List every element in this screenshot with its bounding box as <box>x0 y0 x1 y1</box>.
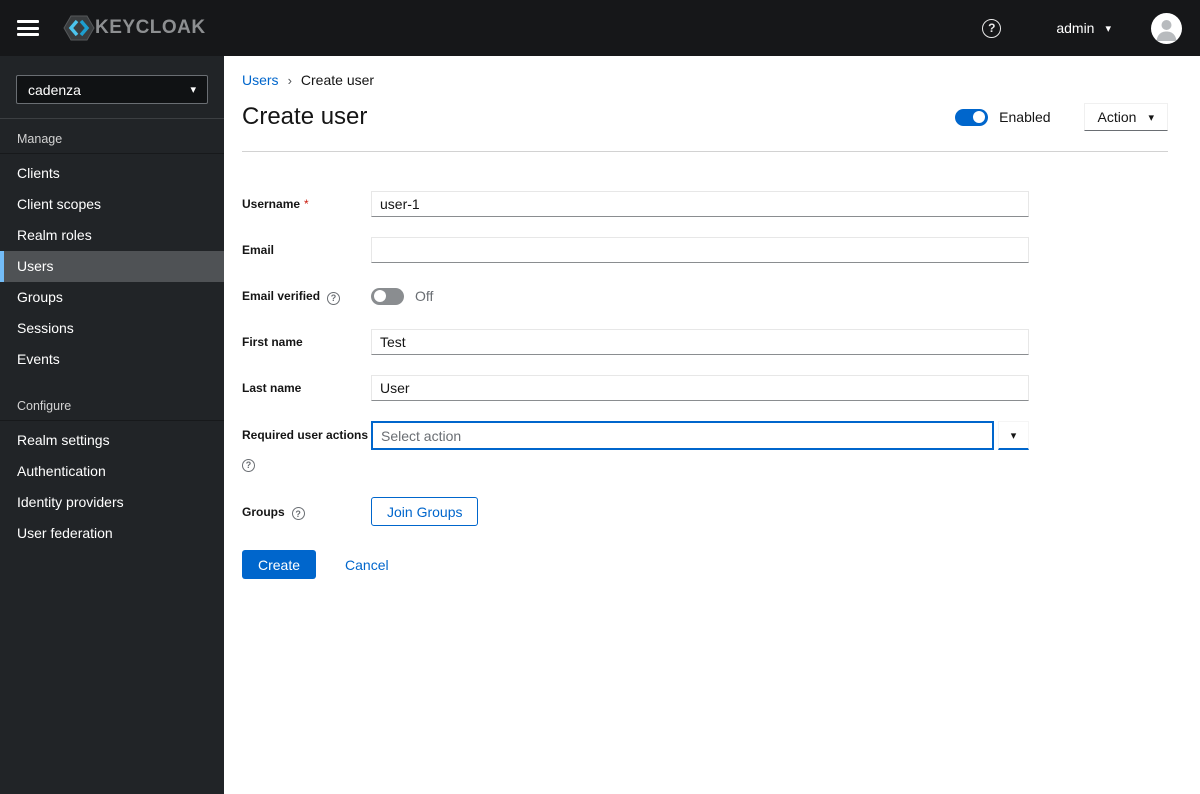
header-row: Create user Enabled Action ▾ <box>242 103 1168 131</box>
sidebar-item-realm-settings[interactable]: Realm settings <box>0 425 224 456</box>
required-user-actions-label: Required user actions <box>242 428 369 442</box>
email-input[interactable] <box>371 237 1029 263</box>
keycloak-logo: KEYCLOAK <box>61 12 206 44</box>
email-verified-toggle[interactable] <box>371 287 404 305</box>
nav-section-title-manage: Manage <box>0 119 224 154</box>
last-name-label: Last name <box>242 381 302 395</box>
first-name-input[interactable] <box>371 329 1029 355</box>
last-name-label-wrap: Last name <box>242 379 371 397</box>
username-label: Username <box>242 197 301 211</box>
nav-section-title-configure: Configure <box>0 375 224 421</box>
user-menu[interactable]: admin ▾ <box>1056 20 1111 36</box>
nav-section-configure: Configure Realm settings Authentication … <box>0 375 224 549</box>
user-menu-label: admin <box>1056 20 1095 36</box>
select-caret-button[interactable]: ▾ <box>998 421 1029 450</box>
help-icon[interactable]: ? <box>982 18 1002 38</box>
nav-list-configure: Realm settings Authentication Identity p… <box>0 421 224 549</box>
keycloak-logo-icon <box>61 12 97 44</box>
avatar[interactable] <box>1151 12 1182 44</box>
header-controls: Enabled Action ▾ <box>955 103 1168 131</box>
email-verified-control: Off <box>371 287 1029 305</box>
groups-row: Groups? Join Groups <box>242 497 1200 526</box>
realm-selector[interactable]: cadenza ▾ <box>16 75 208 104</box>
create-button[interactable]: Create <box>242 550 317 579</box>
form-actions: Create Cancel <box>242 550 1200 579</box>
masthead: KEYCLOAK ? admin ▾ <box>0 0 1200 56</box>
email-verified-state: Off <box>415 288 434 304</box>
action-dropdown-label: Action <box>1097 109 1137 125</box>
page-header: Users › Create user Create user Enabled … <box>224 56 1200 152</box>
nav-section-manage: Manage Clients Client scopes Realm roles… <box>0 119 224 375</box>
main-content: Users › Create user Create user Enabled … <box>224 56 1200 794</box>
first-name-label: First name <box>242 335 303 349</box>
breadcrumb-separator-icon: › <box>287 72 292 88</box>
groups-control: Join Groups <box>371 497 1029 526</box>
first-name-label-wrap: First name <box>242 333 371 351</box>
page-title: Create user <box>242 103 368 130</box>
email-verified-row: Email verified? Off <box>242 283 1200 309</box>
sidebar-item-identity-providers[interactable]: Identity providers <box>0 487 224 518</box>
breadcrumb-current: Create user <box>300 72 375 88</box>
caret-down-icon: ▾ <box>190 84 196 96</box>
sidebar-item-sessions[interactable]: Sessions <box>0 313 224 344</box>
enabled-toggle[interactable] <box>955 108 989 126</box>
create-user-form: Username* Email Email verified? Off <box>224 152 1200 579</box>
sidebar-item-client-scopes[interactable]: Client scopes <box>0 189 224 220</box>
sidebar-item-realm-roles[interactable]: Realm roles <box>0 220 224 251</box>
sidebar-item-groups[interactable]: Groups <box>0 282 224 313</box>
email-row: Email <box>242 237 1200 263</box>
sidebar-item-users[interactable]: Users <box>0 251 224 282</box>
first-name-row: First name <box>242 329 1200 355</box>
avatar-person-icon <box>1156 19 1177 41</box>
enabled-toggle-label: Enabled <box>999 109 1051 125</box>
required-user-actions-label-wrap: Required user actions ? <box>242 421 371 477</box>
help-icon[interactable]: ? <box>242 458 255 472</box>
caret-down-icon: ▾ <box>1010 429 1017 442</box>
cancel-button[interactable]: Cancel <box>345 557 389 573</box>
email-verified-label: Email verified <box>242 289 321 303</box>
sidebar-item-events[interactable]: Events <box>0 344 224 375</box>
masthead-right: ? admin ▾ <box>982 12 1182 44</box>
join-groups-button[interactable]: Join Groups <box>371 497 479 526</box>
groups-label: Groups <box>242 504 285 519</box>
last-name-row: Last name <box>242 375 1200 401</box>
sidebar-item-user-federation[interactable]: User federation <box>0 518 224 549</box>
sidebar-item-authentication[interactable]: Authentication <box>0 456 224 487</box>
email-label-wrap: Email <box>242 241 371 259</box>
required-asterisk: * <box>304 197 309 211</box>
username-label-wrap: Username * <box>242 195 371 213</box>
sidebar-item-clients[interactable]: Clients <box>0 158 224 189</box>
username-row: Username * <box>242 191 1200 217</box>
breadcrumb-users-link[interactable]: Users <box>242 72 279 88</box>
toggle-knob <box>973 111 986 123</box>
toggle-knob <box>374 290 386 302</box>
nav-toggle-button[interactable] <box>17 20 39 36</box>
action-dropdown[interactable]: Action ▾ <box>1083 103 1168 131</box>
realm-selector-label: cadenza <box>28 81 81 98</box>
email-label: Email <box>242 243 275 257</box>
last-name-input[interactable] <box>371 375 1029 401</box>
breadcrumb: Users › Create user <box>242 72 1168 88</box>
groups-label-wrap: Groups? <box>242 503 371 521</box>
username-input[interactable] <box>371 191 1029 217</box>
brand-text: KEYCLOAK <box>95 17 206 38</box>
nav-list-manage: Clients Client scopes Realm roles Users … <box>0 154 224 375</box>
caret-down-icon: ▾ <box>1148 111 1154 124</box>
required-user-actions-input[interactable] <box>371 421 994 450</box>
required-user-actions-select: ▾ <box>371 421 1029 450</box>
sidebar-nav: cadenza ▾ Manage Clients Client scopes R… <box>0 56 224 794</box>
required-user-actions-row: Required user actions ? ▾ <box>242 421 1200 477</box>
help-icon[interactable]: ? <box>327 291 341 305</box>
caret-down-icon: ▾ <box>1105 22 1111 35</box>
email-verified-label-wrap: Email verified? <box>242 287 371 305</box>
help-icon[interactable]: ? <box>291 507 305 520</box>
